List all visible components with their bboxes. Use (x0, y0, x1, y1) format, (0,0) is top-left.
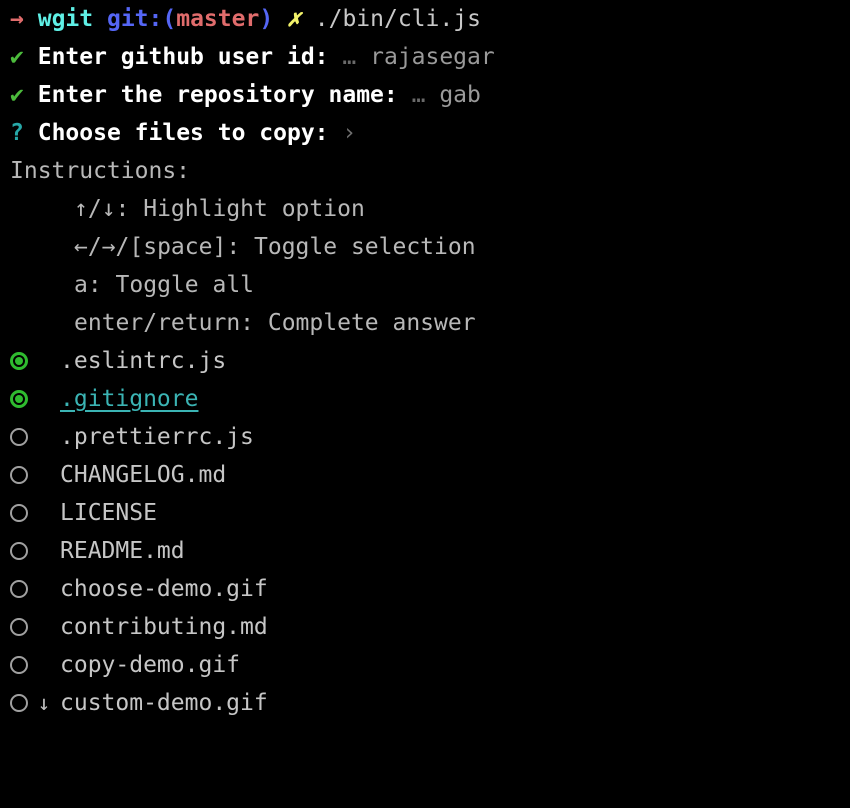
terminal-window: → wgit git:(master) ✗ ./bin/cli.js ✔ Ent… (0, 0, 850, 808)
file-choice-label[interactable]: copy-demo.gif (60, 646, 240, 684)
file-choice-label[interactable]: choose-demo.gif (60, 570, 268, 608)
radio-unselected-icon[interactable] (10, 580, 28, 598)
file-choice-row[interactable]: .gitignore (0, 380, 850, 418)
file-choice-label[interactable]: custom-demo.gif (60, 684, 268, 722)
instructions-heading: Instructions: (10, 158, 191, 184)
instruction-item-toggle-all: a: Toggle all (74, 272, 255, 298)
file-choice-label[interactable]: .prettierrc.js (60, 418, 254, 456)
file-choice-label[interactable]: .eslintrc.js (60, 342, 226, 380)
prompt-question-label: Enter github user id: (37, 44, 329, 70)
instruction-item-toggle-selection: ←/→/[space]: Toggle selection (74, 234, 476, 260)
file-choice-row[interactable]: LICENSE (0, 494, 850, 532)
prompt-separator: … (411, 82, 426, 108)
prompt-git-keyword: git: (106, 6, 163, 32)
instruction-item-highlight: ↑/↓: Highlight option (74, 196, 365, 222)
file-choice-label[interactable]: contributing.md (60, 608, 268, 646)
file-choice-list: .eslintrc.js .gitignore .prettierrc.js CHAN… (0, 342, 850, 722)
radio-unselected-icon[interactable] (10, 542, 28, 560)
radio-unselected-icon[interactable] (10, 504, 28, 522)
prompt-arrow-icon: → (10, 6, 24, 32)
radio-unselected-icon[interactable] (10, 466, 28, 484)
radio-unselected-icon[interactable] (10, 694, 28, 712)
file-choice-row[interactable]: copy-demo.gif (0, 646, 850, 684)
prompt-cwd: wgit (37, 6, 94, 32)
answered-prompt-row: ✔ Enter github user id: … rajasegar (0, 38, 850, 76)
shell-command: ./bin/cli.js (314, 6, 481, 32)
radio-unselected-icon[interactable] (10, 428, 28, 446)
active-prompt-row: ? Choose files to copy: › (0, 114, 850, 152)
file-choice-row[interactable]: .prettierrc.js (0, 418, 850, 456)
file-choice-label[interactable]: LICENSE (60, 494, 157, 532)
scroll-down-icon: ↓ (37, 691, 51, 715)
instruction-item-complete: enter/return: Complete answer (74, 310, 476, 336)
prompt-git-branch: master (176, 6, 260, 32)
radio-unselected-icon[interactable] (10, 656, 28, 674)
prompt-paren-close: ) (259, 6, 274, 32)
prompt-question-label: Enter the repository name: (37, 82, 398, 108)
file-choice-row[interactable]: choose-demo.gif (0, 570, 850, 608)
file-choice-row[interactable]: contributing.md (0, 608, 850, 646)
file-choice-row[interactable]: ↓ custom-demo.gif (0, 684, 850, 722)
prompt-answer-value: gab (439, 82, 481, 108)
file-choice-label[interactable]: README.md (60, 532, 185, 570)
file-choice-label[interactable]: .gitignore (60, 380, 198, 418)
shell-prompt-line: → wgit git:(master) ✗ ./bin/cli.js (0, 0, 850, 38)
checkmark-icon: ✔ (10, 82, 24, 108)
file-choice-label[interactable]: CHANGELOG.md (60, 456, 226, 494)
checkmark-icon: ✔ (10, 44, 24, 70)
answered-prompt-row: ✔ Enter the repository name: … gab (0, 76, 850, 114)
prompt-status-icon: ✗ (287, 6, 301, 32)
question-mark-icon: ? (10, 120, 24, 146)
file-choice-row[interactable]: README.md (0, 532, 850, 570)
radio-selected-icon[interactable] (10, 390, 28, 408)
radio-selected-icon[interactable] (10, 352, 28, 370)
file-choice-row[interactable]: CHANGELOG.md (0, 456, 850, 494)
file-choice-row[interactable]: .eslintrc.js (0, 342, 850, 380)
active-prompt-label: Choose files to copy: (37, 120, 329, 146)
prompt-answer-value: rajasegar (370, 44, 495, 70)
radio-unselected-icon[interactable] (10, 618, 28, 636)
prompt-paren-open: ( (162, 6, 177, 32)
chevron-right-icon: › (342, 120, 357, 146)
prompt-separator: … (342, 44, 357, 70)
